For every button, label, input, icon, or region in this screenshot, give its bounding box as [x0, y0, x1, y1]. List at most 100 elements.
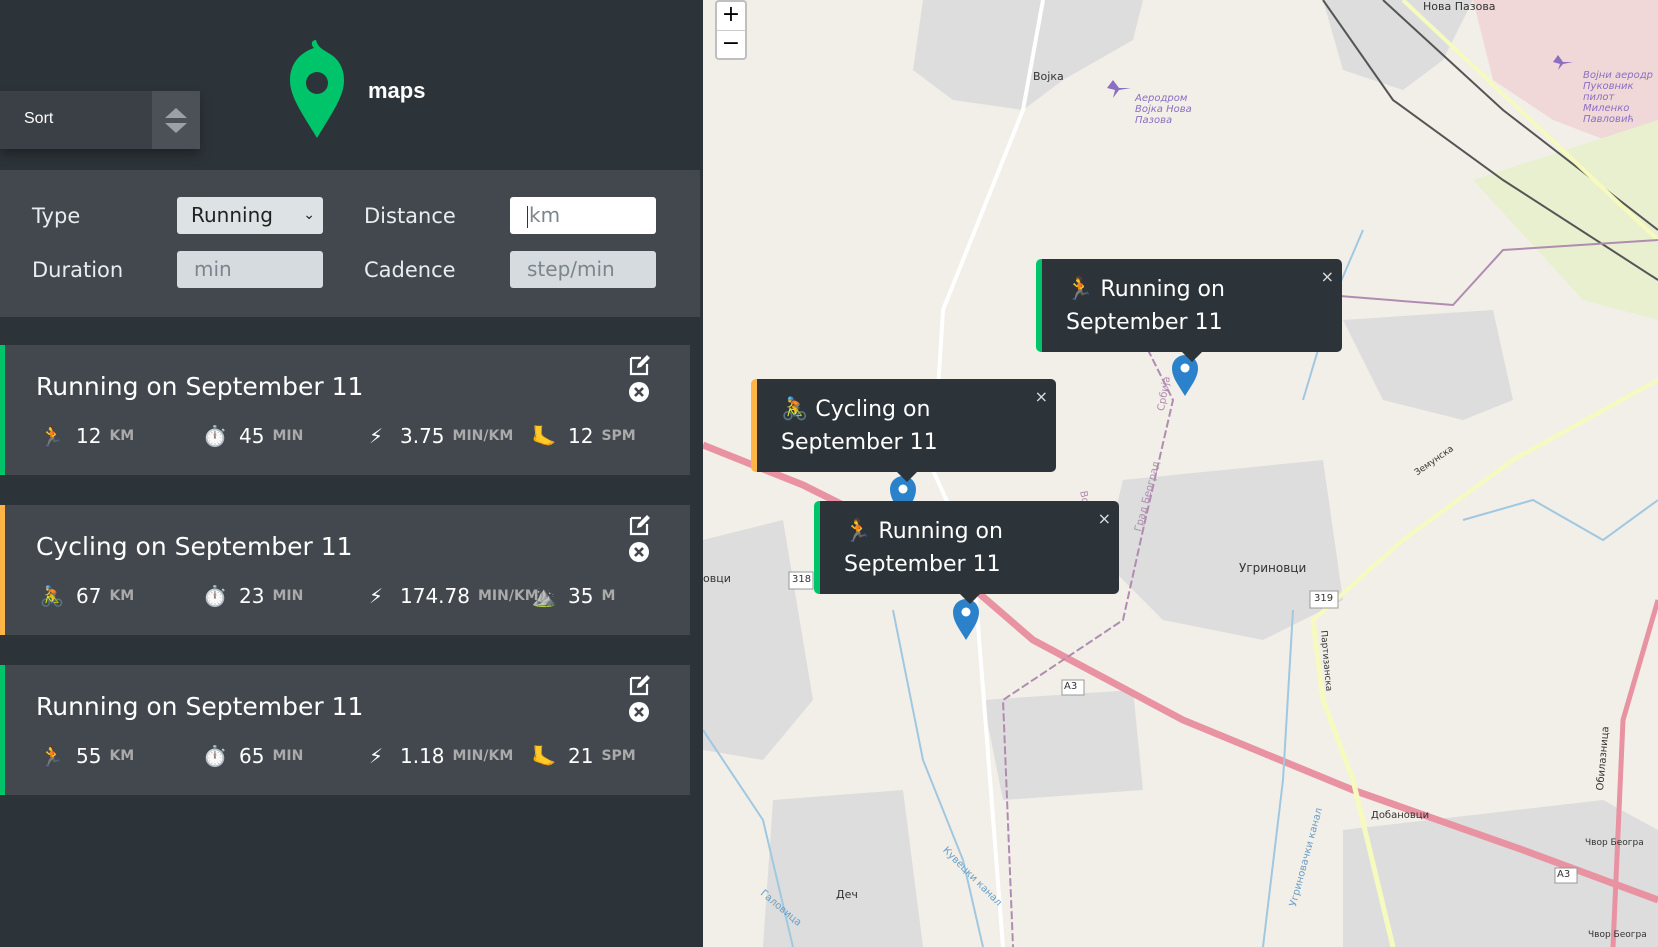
lightning-icon: ⚡: [368, 584, 384, 608]
edit-icon[interactable]: [628, 673, 652, 701]
zoom-control: + −: [715, 0, 747, 60]
sort-label: Sort: [24, 110, 54, 127]
stat-unit: km: [109, 588, 135, 604]
delete-icon[interactable]: [628, 701, 650, 727]
foot-icon: 🦶: [531, 744, 557, 768]
workout-card[interactable]: Cycling on September 11 🚴 67 km ⏱️ 23 min ⚡ 1…: [0, 505, 690, 635]
zoom-out-button[interactable]: −: [717, 30, 745, 59]
logo-text: maps: [368, 78, 426, 103]
type-label: Type: [32, 204, 81, 228]
type-select-value: Running: [191, 203, 273, 227]
canal: [1462, 498, 1658, 542]
duration-stat: ⏱️ 65 min: [199, 740, 304, 772]
logo-pin-icon: [290, 40, 344, 144]
stopwatch-icon: ⏱️: [202, 744, 228, 768]
map-label: Чвор Београ: [1588, 930, 1647, 940]
road: [930, 0, 1045, 947]
runner-icon: 🏃: [39, 424, 65, 448]
text-caret: [527, 205, 528, 228]
map-canvas[interactable]: Војка Нова Пазова Аеродром Војка Нова Па…: [703, 0, 1658, 947]
popup-text: Running on: [878, 519, 1003, 544]
stat-unit: min: [272, 748, 304, 764]
stat-value: 3.75: [400, 424, 445, 448]
distance-placeholder: km: [529, 203, 561, 227]
cadence-input[interactable]: step/min: [510, 251, 656, 288]
delete-icon[interactable]: [628, 541, 650, 567]
map-label: Угриновци: [1239, 561, 1307, 575]
cadence-stat: 🦶 12 spm: [528, 420, 636, 452]
map-label: Аеродром Војка Нова Пазова: [1135, 93, 1192, 126]
cyclist-icon: 🚴: [39, 584, 65, 608]
stat-unit: spm: [601, 428, 636, 444]
zoom-in-button[interactable]: +: [717, 2, 745, 30]
stat-unit: km: [109, 748, 135, 764]
sidebar: Sort maps Type Running ⌄ Distance km Dur…: [0, 0, 700, 947]
edit-icon[interactable]: [628, 353, 652, 381]
delete-icon[interactable]: [628, 381, 650, 407]
popup-text: September 11: [1066, 310, 1223, 335]
map-label: Добановци: [1371, 810, 1430, 821]
runner-icon: 🏃: [844, 519, 872, 544]
stat-unit: spm: [601, 748, 636, 764]
elevation-stat: ⛰️ 35 m: [528, 580, 616, 612]
cadence-label: Cadence: [364, 258, 456, 282]
workout-popup[interactable]: × 🏃 Running on September 11: [814, 501, 1119, 604]
pace-stat: ⚡ 3.75 min/km: [360, 420, 513, 452]
workout-popup[interactable]: × 🏃 Running on September 11: [1036, 259, 1342, 362]
distance-stat: 🏃 55 km: [36, 740, 135, 772]
map-label: Војни аеродр Пуковник пилот Миленко Павл…: [1583, 70, 1653, 125]
stat-value: 12: [568, 424, 594, 448]
edit-icon[interactable]: [628, 513, 652, 541]
urban-area: [1343, 310, 1513, 420]
popup-text: Running on: [1100, 277, 1225, 302]
lightning-icon: ⚡: [368, 424, 384, 448]
stopwatch-icon: ⏱️: [202, 584, 228, 608]
close-icon[interactable]: ×: [1098, 502, 1111, 535]
workout-card[interactable]: Running on September 11 🏃 55 km ⏱️ 65 min ⚡ 1…: [0, 665, 690, 795]
map-marker-icon[interactable]: [953, 599, 979, 641]
stopwatch-icon: ⏱️: [202, 424, 228, 448]
stat-unit: km: [109, 428, 135, 444]
workout-card[interactable]: Running on September 11 🏃 12 km ⏱️ 45 min ⚡ 3…: [0, 345, 690, 475]
stat-value: 45: [239, 424, 265, 448]
airport-icon: [1107, 80, 1131, 98]
urban-area: [703, 520, 813, 760]
lightning-icon: ⚡: [368, 744, 384, 768]
speed-stat: ⚡ 174.78 min/km: [360, 580, 539, 612]
pace-stat: ⚡ 1.18 min/km: [360, 740, 513, 772]
workout-popup[interactable]: × 🚴 Cycling on September 11: [751, 379, 1056, 482]
map-tiles: [703, 0, 1658, 947]
stat-unit: min: [272, 428, 304, 444]
runner-icon: 🏃: [1066, 277, 1094, 302]
stat-unit: m: [601, 588, 616, 604]
distance-input[interactable]: km: [510, 197, 656, 234]
stat-value: 23: [239, 584, 265, 608]
map-label: Војка: [1033, 70, 1064, 83]
stat-value: 55: [76, 744, 102, 768]
stat-value: 1.18: [400, 744, 445, 768]
stat-value: 65: [239, 744, 265, 768]
stat-unit: min/km: [452, 428, 514, 444]
sort-toggle-button[interactable]: [152, 91, 200, 149]
duration-placeholder: min: [194, 257, 232, 281]
cadence-stat: 🦶 21 spm: [528, 740, 636, 772]
sort-up-icon: [165, 108, 187, 118]
cyclist-icon: 🚴: [781, 397, 809, 422]
stat-value: 12: [76, 424, 102, 448]
type-select[interactable]: Running ⌄: [177, 197, 323, 234]
map-label: A3: [1557, 869, 1571, 880]
canal: [1262, 609, 1294, 947]
mountain-icon: ⛰️: [531, 584, 557, 608]
sort-control[interactable]: Sort: [0, 91, 200, 149]
close-icon[interactable]: ×: [1321, 260, 1334, 293]
cadence-placeholder: step/min: [527, 257, 615, 281]
map-label: Нова Пазова: [1423, 0, 1496, 13]
duration-input[interactable]: min: [177, 251, 323, 288]
map-label: овци: [703, 572, 731, 585]
popup-tip: [896, 472, 917, 482]
close-icon[interactable]: ×: [1035, 380, 1048, 413]
stat-value: 21: [568, 744, 594, 768]
map-label: 319: [1314, 593, 1334, 604]
popup-text: September 11: [781, 430, 938, 455]
distance-label: Distance: [364, 204, 456, 228]
